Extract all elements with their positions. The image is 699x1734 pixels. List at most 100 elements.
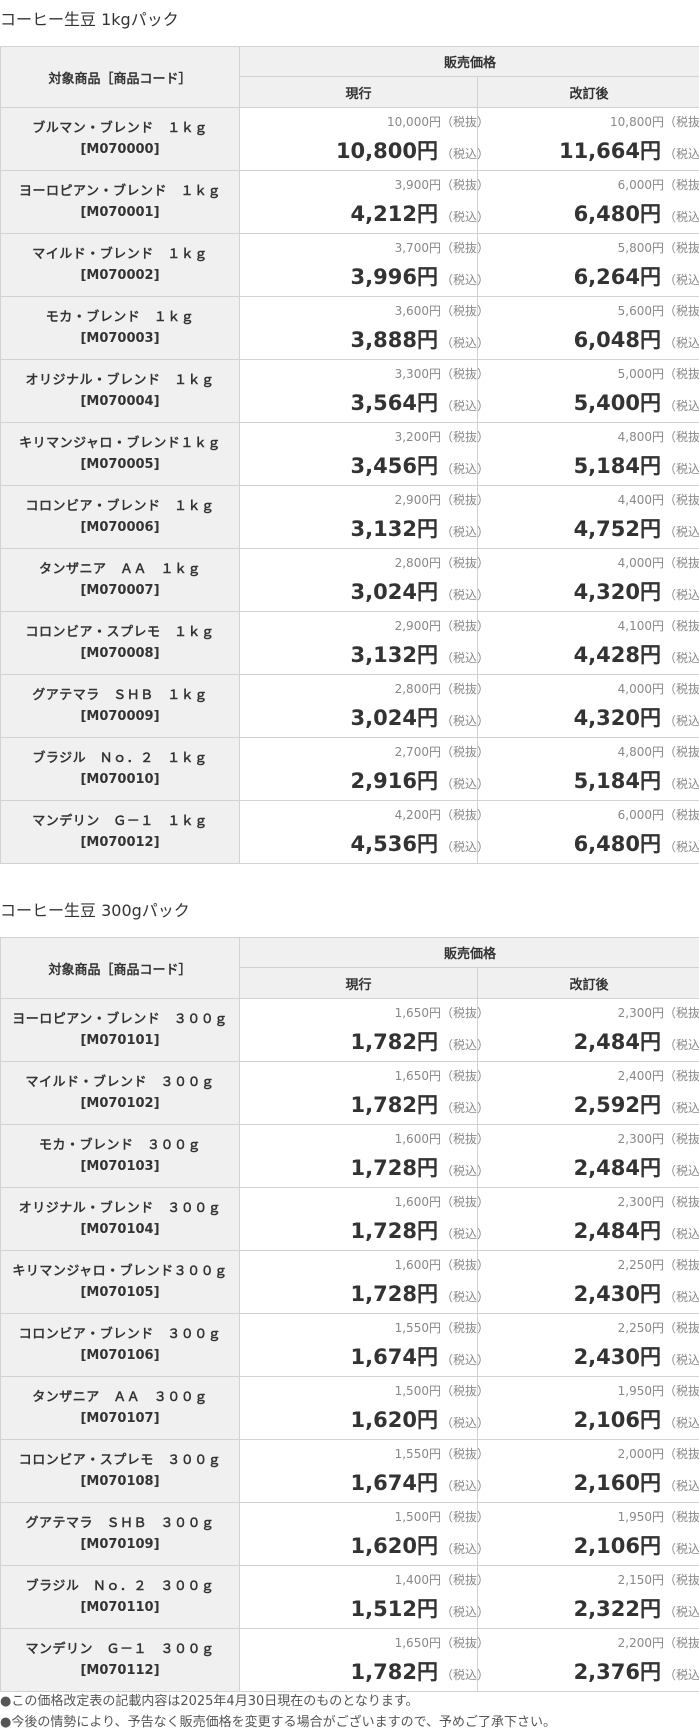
product-code: [M070010] — [80, 772, 160, 787]
yen-label: 円 — [428, 1069, 441, 1083]
yen-label: 円 — [428, 1510, 441, 1524]
yen-label: 円 — [640, 139, 661, 163]
tax-excluded-price: 2,000円（税抜） — [618, 1445, 699, 1462]
tax-excluded-price: 10,800円（税抜） — [610, 113, 699, 130]
current-price-cell: 1,550円（税抜） 1,674円 （税込） — [239, 1313, 489, 1377]
table-row: モカ・ブレンド ３００ｇ [M070103] 1,600円（税抜） 1,728円 （税込… — [0, 1124, 699, 1188]
yen-label: 円 — [640, 769, 661, 793]
current-price-cell: 2,800円（税抜） 3,024円 （税込） — [239, 548, 489, 612]
yen-label: 円 — [428, 682, 441, 696]
tax-included-price: 4,752円（税込） — [574, 513, 699, 543]
tax-included-amount: 6,480 — [573, 202, 640, 226]
tax-included-amount: 4,536 — [350, 832, 417, 856]
product-code: [M070008] — [80, 646, 160, 661]
tax-excluded-amount: 4,800 — [617, 430, 652, 444]
tax-excluded-amount: 2,300 — [617, 1006, 652, 1020]
tax-included-amount: 3,024 — [350, 580, 417, 604]
product-name: コロンビア・ブレンド １ｋｇ — [25, 499, 215, 514]
tax-excluded-label: （税抜） — [664, 1636, 699, 1650]
tax-included-price: 1,620円 （税込） — [351, 1530, 489, 1560]
yen-label: 円 — [416, 1030, 438, 1054]
table-row: ヨーロピアン・ブレンド １ｋｇ [M070001] 3,900円（税抜） 4,212円… — [0, 170, 699, 234]
product-cell: マイルド・ブレンド ３００ｇ [M070102] — [0, 1061, 240, 1125]
revised-price-cell: 6,000円（税抜）6,480円（税込） — [476, 800, 699, 864]
yen-label: 円 — [640, 1471, 661, 1495]
tax-included-label: （税込） — [664, 777, 699, 791]
product-cell: ブラジル Ｎｏ．２ ３００ｇ [M070110] — [0, 1565, 240, 1629]
table-row: コロンビア・スプレモ ３００ｇ [M070108] 1,550円（税抜） 1,674円… — [0, 1439, 699, 1503]
yen-label: 円 — [416, 328, 438, 352]
tax-included-price: 3,024円 （税込） — [351, 576, 489, 606]
tax-excluded-price: 4,100円（税抜） — [618, 617, 699, 634]
tax-excluded-price: 2,800円（税抜） — [395, 680, 489, 697]
tax-included-price: 6,480円（税込） — [574, 198, 699, 228]
tax-included-price: 6,264円（税込） — [574, 261, 699, 291]
tax-included-label: （税込） — [664, 1290, 699, 1304]
tax-included-amount: 1,728 — [350, 1219, 417, 1243]
revised-price-cell: 5,000円（税抜）5,400円（税込） — [476, 359, 699, 423]
yen-label: 円 — [651, 178, 664, 192]
tax-included-amount: 1,782 — [350, 1093, 417, 1117]
tax-excluded-price: 2,300円（税抜） — [618, 1130, 699, 1147]
tax-excluded-price: 2,800円（税抜） — [395, 554, 489, 571]
tax-excluded-price: 2,300円（税抜） — [618, 1004, 699, 1021]
tax-included-amount: 11,664 — [558, 139, 640, 163]
tax-excluded-amount: 2,250 — [617, 1321, 652, 1335]
tax-excluded-amount: 1,600 — [394, 1195, 429, 1209]
current-price-cell: 4,200円（税抜） 4,536円 （税込） — [239, 800, 489, 864]
tax-excluded-amount: 3,300 — [394, 367, 429, 381]
tax-included-amount: 2,484 — [573, 1156, 640, 1180]
yen-label: 円 — [651, 745, 664, 759]
tax-excluded-amount: 1,600 — [394, 1258, 429, 1272]
product-code: [M070104] — [80, 1222, 160, 1237]
tax-included-label: （税込） — [664, 1542, 699, 1556]
tax-included-price: 2,592円（税込） — [574, 1089, 699, 1119]
current-column-header: 現行 — [239, 76, 478, 108]
tax-included-price: 4,320円（税込） — [574, 576, 699, 606]
yen-label: 円 — [651, 1321, 664, 1335]
tax-included-price: 2,484円（税込） — [574, 1026, 699, 1056]
tax-excluded-amount: 2,200 — [617, 1636, 652, 1650]
table-row: キリマンジャロ・ブレンド１ｋｇ [M070005] 3,200円（税抜） 3,456円… — [0, 422, 699, 486]
tax-included-amount: 1,674 — [350, 1471, 417, 1495]
current-price-cell: 1,600円（税抜） 1,728円 （税込） — [239, 1250, 489, 1314]
tax-included-label: （税込） — [664, 525, 699, 539]
product-cell: モカ・ブレンド ３００ｇ [M070103] — [0, 1124, 240, 1188]
tax-included-amount: 4,320 — [573, 706, 640, 730]
table-row: マンデリン Ｇ－１ １ｋｇ [M070012] 4,200円（税抜） 4,536円 （税… — [0, 800, 699, 864]
yen-label: 円 — [640, 1408, 661, 1432]
tax-excluded-price: 1,550円（税抜） — [395, 1445, 489, 1462]
revised-price-cell: 1,950円（税抜）2,106円（税込） — [476, 1376, 699, 1440]
tax-included-amount: 10,800 — [335, 139, 417, 163]
revised-column-header: 改訂後 — [476, 76, 699, 108]
product-code: [M070105] — [80, 1285, 160, 1300]
product-name: マイルド・ブレンド １ｋｇ — [32, 247, 208, 262]
product-code: [M070101] — [80, 1033, 160, 1048]
current-price-cell: 10,000円（税抜） 10,800円 （税込） — [239, 107, 489, 171]
tax-excluded-label: （税抜） — [664, 241, 699, 255]
tax-included-amount: 3,564 — [350, 391, 417, 415]
tax-included-price: 3,132円 （税込） — [351, 639, 489, 669]
tax-excluded-label: （税抜） — [664, 1006, 699, 1020]
tax-included-amount: 6,480 — [573, 832, 640, 856]
revised-price-cell: 6,000円（税抜）6,480円（税込） — [476, 170, 699, 234]
current-price-cell: 2,800円（税抜） 3,024円 （税込） — [239, 674, 489, 738]
yen-label: 円 — [428, 1384, 441, 1398]
yen-label: 円 — [640, 391, 661, 415]
yen-label: 円 — [416, 580, 438, 604]
revised-price-cell: 2,300円（税抜）2,484円（税込） — [476, 1124, 699, 1188]
product-code: [M070102] — [80, 1096, 160, 1111]
yen-label: 円 — [416, 769, 438, 793]
tax-included-label: （税込） — [664, 1101, 699, 1115]
yen-label: 円 — [428, 1258, 441, 1272]
tax-included-amount: 2,376 — [573, 1660, 640, 1684]
tax-excluded-amount: 10,000 — [386, 115, 429, 129]
table-row: マイルド・ブレンド ３００ｇ [M070102] 1,650円（税抜） 1,782円（… — [0, 1061, 699, 1125]
tax-included-price: 2,430円（税込） — [574, 1278, 699, 1308]
current-price-cell: 1,650円（税抜） 1,782円 （税込） — [239, 1061, 489, 1125]
tax-included-label: （税込） — [664, 714, 699, 728]
tax-excluded-label: （税抜） — [664, 304, 699, 318]
tax-included-amount: 2,592 — [573, 1093, 640, 1117]
current-price-cell: 2,700円（税抜） 2,916円 （税込） — [239, 737, 489, 801]
tax-included-price: 3,024円 （税込） — [351, 702, 489, 732]
